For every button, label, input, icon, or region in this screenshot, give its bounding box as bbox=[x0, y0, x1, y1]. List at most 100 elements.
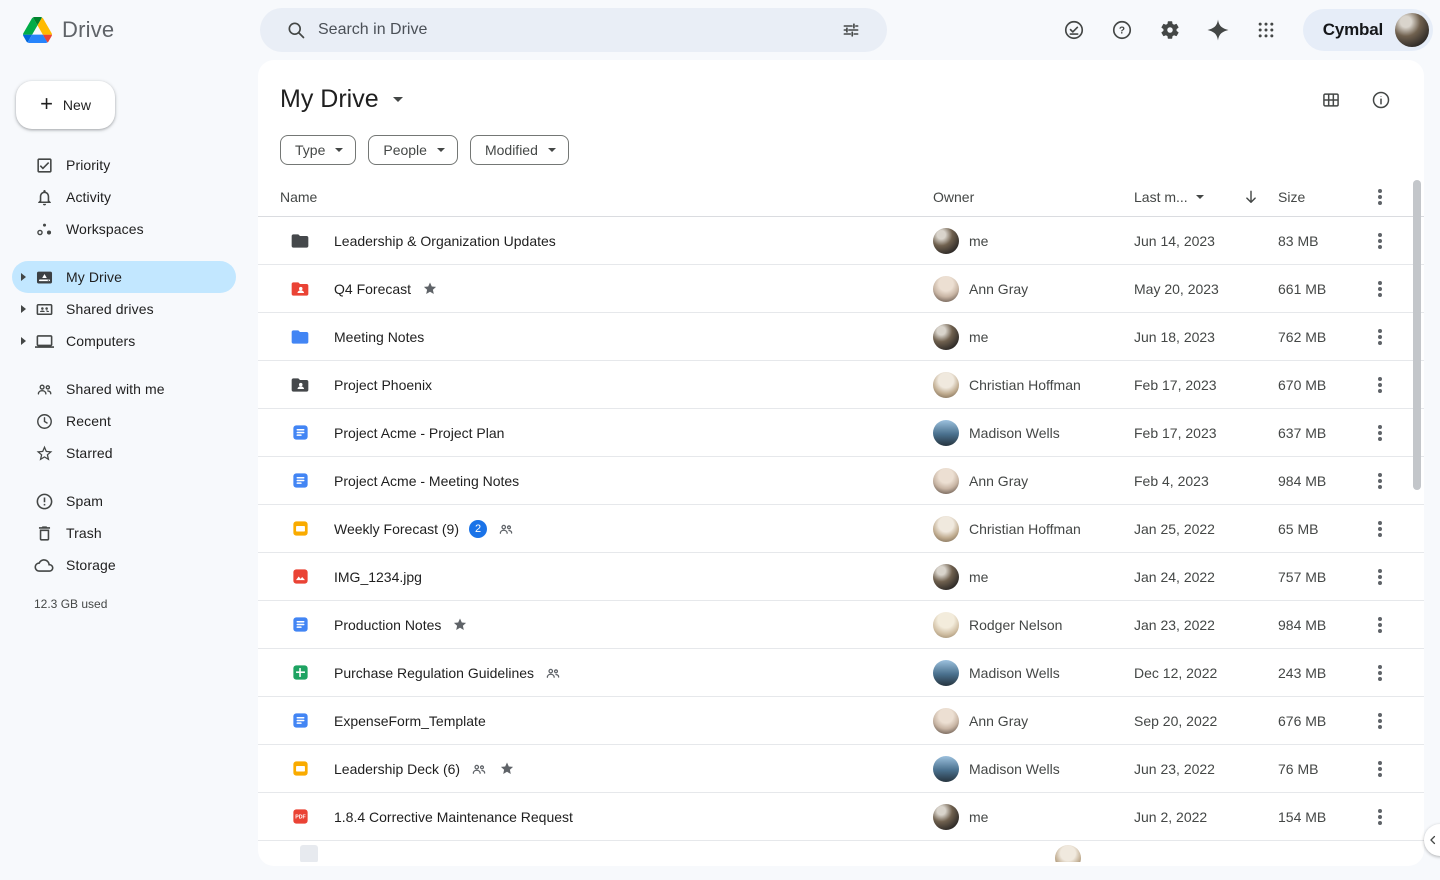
account-pill[interactable]: Cymbal bbox=[1303, 9, 1433, 51]
sidebar-item-storage[interactable]: Storage bbox=[12, 549, 236, 581]
table-row[interactable]: IMG_1234.jpgmeJan 24, 2022757 MB bbox=[258, 553, 1424, 601]
table-row[interactable]: Project Acme - Project PlanMadison Wells… bbox=[258, 409, 1424, 457]
file-name[interactable]: Purchase Regulation Guidelines bbox=[334, 665, 534, 681]
sidebar-item-starred[interactable]: Starred bbox=[12, 437, 236, 469]
image-file-icon bbox=[290, 567, 310, 587]
expand-arrow-icon[interactable] bbox=[12, 305, 34, 313]
search-icon[interactable] bbox=[274, 8, 318, 52]
table-row[interactable]: PDF1.8.4 Corrective Maintenance Requestm… bbox=[258, 793, 1424, 841]
table-row[interactable]: Leadership Deck (6)Madison WellsJun 23, … bbox=[258, 745, 1424, 793]
kebab-menu-icon[interactable] bbox=[1378, 719, 1382, 723]
kebab-menu-icon[interactable] bbox=[1378, 335, 1382, 339]
row-menu[interactable] bbox=[1360, 527, 1400, 531]
expand-arrow-icon[interactable] bbox=[12, 273, 34, 281]
file-name[interactable]: Meeting Notes bbox=[334, 329, 424, 345]
kebab-menu-icon[interactable] bbox=[1378, 195, 1382, 199]
help-icon[interactable]: ? bbox=[1098, 6, 1146, 54]
filter-chip-modified[interactable]: Modified bbox=[470, 135, 569, 165]
table-header-menu[interactable] bbox=[1360, 195, 1400, 199]
sidebar-item-recent[interactable]: Recent bbox=[12, 405, 236, 437]
kebab-menu-icon[interactable] bbox=[1378, 671, 1382, 675]
row-menu[interactable] bbox=[1360, 767, 1400, 771]
file-name[interactable]: 1.8.4 Corrective Maintenance Request bbox=[334, 809, 573, 825]
kebab-menu-icon[interactable] bbox=[1378, 767, 1382, 771]
row-menu[interactable] bbox=[1360, 815, 1400, 819]
new-button[interactable]: + New bbox=[16, 81, 115, 129]
table-row[interactable]: Purchase Regulation GuidelinesMadison We… bbox=[258, 649, 1424, 697]
row-menu[interactable] bbox=[1360, 575, 1400, 579]
row-menu[interactable] bbox=[1360, 335, 1400, 339]
kebab-menu-icon[interactable] bbox=[1378, 383, 1382, 387]
collapse-side-panel-button[interactable] bbox=[1424, 824, 1440, 856]
drive-logo[interactable]: Drive bbox=[0, 17, 258, 43]
file-name[interactable]: Q4 Forecast bbox=[334, 281, 411, 297]
file-name[interactable]: IMG_1234.jpg bbox=[334, 569, 422, 585]
gemini-icon[interactable] bbox=[1194, 6, 1242, 54]
filter-chip-type[interactable]: Type bbox=[280, 135, 356, 165]
starred-icon bbox=[451, 616, 469, 634]
table-row[interactable]: Project PhoenixChristian HoffmanFeb 17, … bbox=[258, 361, 1424, 409]
kebab-menu-icon[interactable] bbox=[1378, 479, 1382, 483]
sidebar-item-shared-with-me[interactable]: Shared with me bbox=[12, 373, 236, 405]
table-row[interactable]: Production NotesRodger NelsonJan 23, 202… bbox=[258, 601, 1424, 649]
kebab-menu-icon[interactable] bbox=[1378, 623, 1382, 627]
filter-chip-people[interactable]: People bbox=[368, 135, 458, 165]
search-bar[interactable] bbox=[260, 8, 887, 52]
account-avatar[interactable] bbox=[1395, 13, 1429, 47]
file-name[interactable]: Project Phoenix bbox=[334, 377, 432, 393]
kebab-menu-icon[interactable] bbox=[1378, 239, 1382, 243]
file-name[interactable]: Leadership Deck (6) bbox=[334, 761, 460, 777]
search-filters-icon[interactable] bbox=[829, 8, 873, 52]
table-row[interactable]: ExpenseForm_TemplateAnn GraySep 20, 2022… bbox=[258, 697, 1424, 745]
file-name[interactable]: Production Notes bbox=[334, 617, 441, 633]
file-name[interactable]: Project Acme - Project Plan bbox=[334, 425, 504, 441]
file-name[interactable]: ExpenseForm_Template bbox=[334, 713, 486, 729]
info-icon[interactable] bbox=[1368, 87, 1394, 113]
kebab-menu-icon[interactable] bbox=[1378, 527, 1382, 531]
offline-status-icon[interactable] bbox=[1050, 6, 1098, 54]
row-menu[interactable] bbox=[1360, 623, 1400, 627]
table-row[interactable]: Leadership & Organization UpdatesmeJun 1… bbox=[258, 217, 1424, 265]
row-menu[interactable] bbox=[1360, 287, 1400, 291]
sidebar-item-spam[interactable]: Spam bbox=[12, 485, 236, 517]
grid-view-icon[interactable] bbox=[1318, 87, 1344, 113]
row-menu[interactable] bbox=[1360, 671, 1400, 675]
row-menu[interactable] bbox=[1360, 383, 1400, 387]
table-row[interactable]: Meeting NotesmeJun 18, 2023762 MB bbox=[258, 313, 1424, 361]
kebab-menu-icon[interactable] bbox=[1378, 815, 1382, 819]
column-header-owner[interactable]: Owner bbox=[933, 189, 1134, 205]
column-header-size[interactable]: Size bbox=[1278, 189, 1360, 205]
sidebar-item-label: Trash bbox=[66, 525, 102, 541]
row-menu[interactable] bbox=[1360, 431, 1400, 435]
table-row[interactable]: Q4 ForecastAnn GrayMay 20, 2023661 MB bbox=[258, 265, 1424, 313]
file-name[interactable]: Weekly Forecast (9) bbox=[334, 521, 459, 537]
column-header-modified[interactable]: Last m... bbox=[1134, 188, 1278, 206]
row-menu[interactable] bbox=[1360, 239, 1400, 243]
sidebar-item-workspaces[interactable]: Workspaces bbox=[12, 213, 236, 245]
file-name[interactable]: Leadership & Organization Updates bbox=[334, 233, 556, 249]
sidebar-item-shared-drives[interactable]: Shared drives bbox=[12, 293, 236, 325]
sidebar-item-my-drive[interactable]: My Drive bbox=[12, 261, 236, 293]
app-launcher-icon[interactable] bbox=[1242, 6, 1290, 54]
version-count-badge[interactable]: 2 bbox=[469, 520, 487, 538]
expand-arrow-icon[interactable] bbox=[12, 337, 34, 345]
sidebar-item-computers[interactable]: Computers bbox=[12, 325, 236, 357]
sidebar-item-activity[interactable]: Activity bbox=[12, 181, 236, 213]
scrollbar[interactable] bbox=[1413, 180, 1421, 490]
page-title-dropdown[interactable]: My Drive bbox=[280, 85, 403, 114]
file-name[interactable]: Project Acme - Meeting Notes bbox=[334, 473, 519, 489]
search-input[interactable] bbox=[318, 21, 829, 39]
column-header-name[interactable]: Name bbox=[280, 189, 933, 205]
kebab-menu-icon[interactable] bbox=[1378, 287, 1382, 291]
kebab-menu-icon[interactable] bbox=[1378, 575, 1382, 579]
table-row[interactable]: Project Acme - Meeting NotesAnn GrayFeb … bbox=[258, 457, 1424, 505]
row-menu[interactable] bbox=[1360, 479, 1400, 483]
row-menu[interactable] bbox=[1360, 719, 1400, 723]
kebab-menu-icon[interactable] bbox=[1378, 431, 1382, 435]
table-row[interactable]: Weekly Forecast (9)2Christian HoffmanJan… bbox=[258, 505, 1424, 553]
sidebar-item-priority[interactable]: Priority bbox=[12, 149, 236, 181]
sidebar-item-trash[interactable]: Trash bbox=[12, 517, 236, 549]
table-row-partial[interactable] bbox=[258, 841, 1424, 862]
settings-icon[interactable] bbox=[1146, 6, 1194, 54]
sort-direction-icon[interactable] bbox=[1242, 188, 1260, 206]
